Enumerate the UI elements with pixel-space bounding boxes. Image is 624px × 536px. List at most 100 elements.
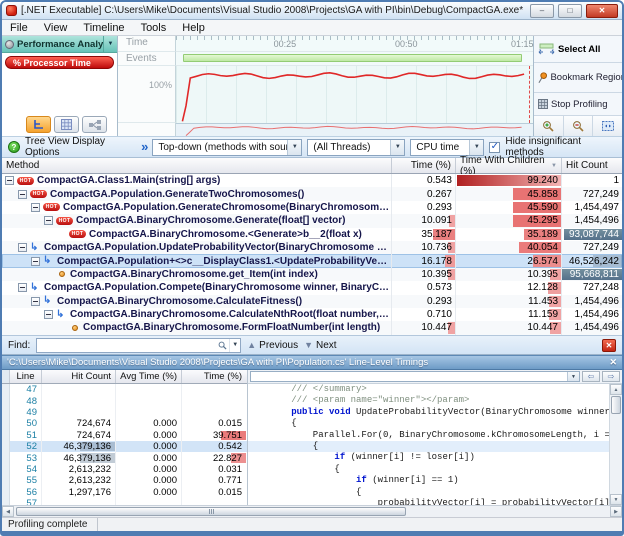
gutter <box>2 407 10 418</box>
gutter <box>2 370 10 383</box>
zoom-fit-button[interactable] <box>593 116 622 136</box>
find-next-label: Next <box>316 340 337 351</box>
line-timing-row[interactable]: 5346,379,1360.00022.827 <box>2 452 247 463</box>
code-lines[interactable]: /// </summary> /// <param name="winner">… <box>248 384 609 505</box>
expander-icon[interactable] <box>18 243 27 252</box>
zoom-in-button[interactable] <box>534 116 564 136</box>
line-timing-row[interactable]: 49 <box>2 407 247 418</box>
time-cell <box>182 395 246 406</box>
dropdown-arrow-icon[interactable]: ▼ <box>390 140 404 155</box>
time-ruler[interactable]: 00:2500:5001:15 <box>176 36 533 52</box>
timeline[interactable]: Time 00:2500:5001:15 Events 100% <box>118 36 533 136</box>
line-timing-row[interactable]: 48 <box>2 395 247 406</box>
column-header-line[interactable]: Line <box>10 370 42 383</box>
column-header-line-time[interactable]: Time (%) <box>182 370 246 383</box>
column-header-avg-time[interactable]: Avg Time (%) <box>116 370 182 383</box>
column-header-method[interactable]: Method <box>2 158 392 173</box>
line-timing-row[interactable]: 50724,6740.0000.015 <box>2 418 247 429</box>
expander-icon[interactable] <box>18 283 27 292</box>
line-timing-row[interactable]: 542,613,2320.0000.031 <box>2 464 247 475</box>
method-row[interactable]: HOTCompactGA.BinaryChromosome.Generate(f… <box>2 214 622 227</box>
column-header-time[interactable]: Time (%) <box>392 158 456 173</box>
call-graph-button[interactable] <box>82 116 107 133</box>
tree-view-button[interactable] <box>26 116 51 133</box>
chevron-down-icon[interactable]: ▼ <box>103 36 117 52</box>
stop-profiling-button[interactable]: Stop Profiling <box>534 93 622 116</box>
scroll-up-icon[interactable]: ▲ <box>610 384 622 395</box>
grid-view-button[interactable] <box>54 116 79 133</box>
twc-value: 26.574 <box>527 254 558 267</box>
method-row[interactable]: ↳CompactGA.Population+<>c__DisplayClass1… <box>2 254 622 267</box>
line-timing-row[interactable]: 552,613,2320.0000.771 <box>2 475 247 486</box>
navigate-back-button[interactable]: ⇦ <box>582 371 600 382</box>
menu-item-view[interactable]: View <box>36 22 76 34</box>
method-row[interactable]: HOTCompactGA.BinaryChromosome.<Generate>… <box>2 228 622 241</box>
scroll-right-icon[interactable]: ▶ <box>610 506 622 517</box>
navigate-forward-button[interactable]: ⇨ <box>602 371 620 382</box>
line-number-cell: 47 <box>10 384 42 395</box>
vertical-scrollbar[interactable]: ▲ ▼ <box>609 384 622 505</box>
bookmark-region-button[interactable]: Bookmark Region <box>534 63 622 93</box>
menu-item-timeline[interactable]: Timeline <box>75 22 132 34</box>
expander-icon[interactable] <box>5 176 14 185</box>
line-timing-row[interactable]: 5246,379,1360.0000.542 <box>2 441 247 452</box>
expander-icon[interactable] <box>44 216 53 225</box>
expander-icon[interactable] <box>31 257 40 266</box>
view-mode-dropdown[interactable]: Top-down (methods with source) ▼ <box>152 139 302 156</box>
method-row[interactable]: CompactGA.BinaryChromosome.FormFloatNumb… <box>2 321 622 334</box>
line-timing-row[interactable]: 561,297,1760.0000.015 <box>2 487 247 498</box>
column-header-line-hit-count[interactable]: Hit Count <box>42 370 116 383</box>
scrollbar-thumb[interactable] <box>16 507 406 516</box>
column-header-hit-count[interactable]: Hit Count <box>562 158 622 173</box>
title-bar[interactable]: [.NET Executable] C:\Users\Mike\Document… <box>2 2 622 20</box>
cpu-chart[interactable] <box>176 66 533 123</box>
find-close-button[interactable]: ✕ <box>602 339 616 352</box>
dropdown-arrow-icon[interactable]: ▼ <box>287 140 301 155</box>
time-cell: 0.293 <box>392 201 456 214</box>
avg-time-cell: 0.000 <box>116 475 182 486</box>
metric-dropdown[interactable]: CPU time ▼ <box>410 139 484 156</box>
dropdown-arrow-icon[interactable]: ▼ <box>567 372 579 381</box>
expander-icon[interactable] <box>18 190 27 199</box>
overview-strip[interactable] <box>176 123 533 136</box>
threads-dropdown[interactable]: (All Threads) ▼ <box>307 139 405 156</box>
expander-icon[interactable] <box>31 203 40 212</box>
close-button[interactable]: ✕ <box>586 4 618 18</box>
method-row[interactable]: HOTCompactGA.Population.GenerateTwoChrom… <box>2 187 622 200</box>
method-row[interactable]: ↳CompactGA.BinaryChromosome.CalculateFit… <box>2 295 622 308</box>
select-all-button[interactable]: Select All <box>534 36 622 63</box>
horizontal-scrollbar[interactable]: ◀ ▶ <box>2 505 622 517</box>
find-previous-button[interactable]: ▲ Previous <box>247 340 298 351</box>
minimize-button[interactable]: – <box>530 4 554 18</box>
scrollbar-thumb[interactable] <box>611 396 621 414</box>
member-dropdown[interactable]: ▼ <box>250 371 580 382</box>
menu-item-file[interactable]: File <box>2 22 36 34</box>
expander-icon[interactable] <box>31 297 40 306</box>
expander-icon[interactable] <box>44 310 53 319</box>
line-timing-row[interactable]: 57 <box>2 498 247 505</box>
line-timing-row[interactable]: 47 <box>2 384 247 395</box>
find-next-button[interactable]: ▼ Next <box>304 340 336 351</box>
scroll-down-icon[interactable]: ▼ <box>610 494 622 505</box>
find-input[interactable] <box>37 339 216 352</box>
method-row[interactable]: HOTCompactGA.Population.GenerateChromoso… <box>2 201 622 214</box>
maximize-button[interactable]: □ <box>558 4 582 18</box>
menu-item-tools[interactable]: Tools <box>133 22 175 34</box>
column-header-time-with-children[interactable]: Time With Children (%) ▼ <box>456 158 562 173</box>
help-icon[interactable]: ? <box>8 141 20 153</box>
method-row[interactable]: ↳CompactGA.Population.UpdateProbabilityV… <box>2 241 622 254</box>
method-row[interactable]: HOTCompactGA.Class1.Main(string[] args)0… <box>2 174 622 187</box>
menu-item-help[interactable]: Help <box>174 22 213 34</box>
dropdown-arrow-icon[interactable]: ▼ <box>469 140 483 155</box>
method-row[interactable]: ↳CompactGA.BinaryChromosome.CalculateNth… <box>2 308 622 321</box>
method-row[interactable]: ↳CompactGA.Population.Compete(BinaryChro… <box>2 281 622 294</box>
analysis-selector[interactable]: Performance Analysis ▼ <box>2 36 117 53</box>
scroll-left-icon[interactable]: ◀ <box>2 506 14 517</box>
method-row[interactable]: CompactGA.BinaryChromosome.get_Item(int … <box>2 268 622 281</box>
line-timing-row[interactable]: 51724,6740.00039.751 <box>2 430 247 441</box>
search-options-arrow-icon[interactable]: ▼ <box>229 339 240 352</box>
events-track[interactable] <box>176 52 533 66</box>
panel-close-button[interactable]: ✕ <box>609 357 617 368</box>
zoom-out-button[interactable] <box>564 116 594 136</box>
hide-insignificant-checkbox[interactable]: ✓ <box>489 142 500 153</box>
